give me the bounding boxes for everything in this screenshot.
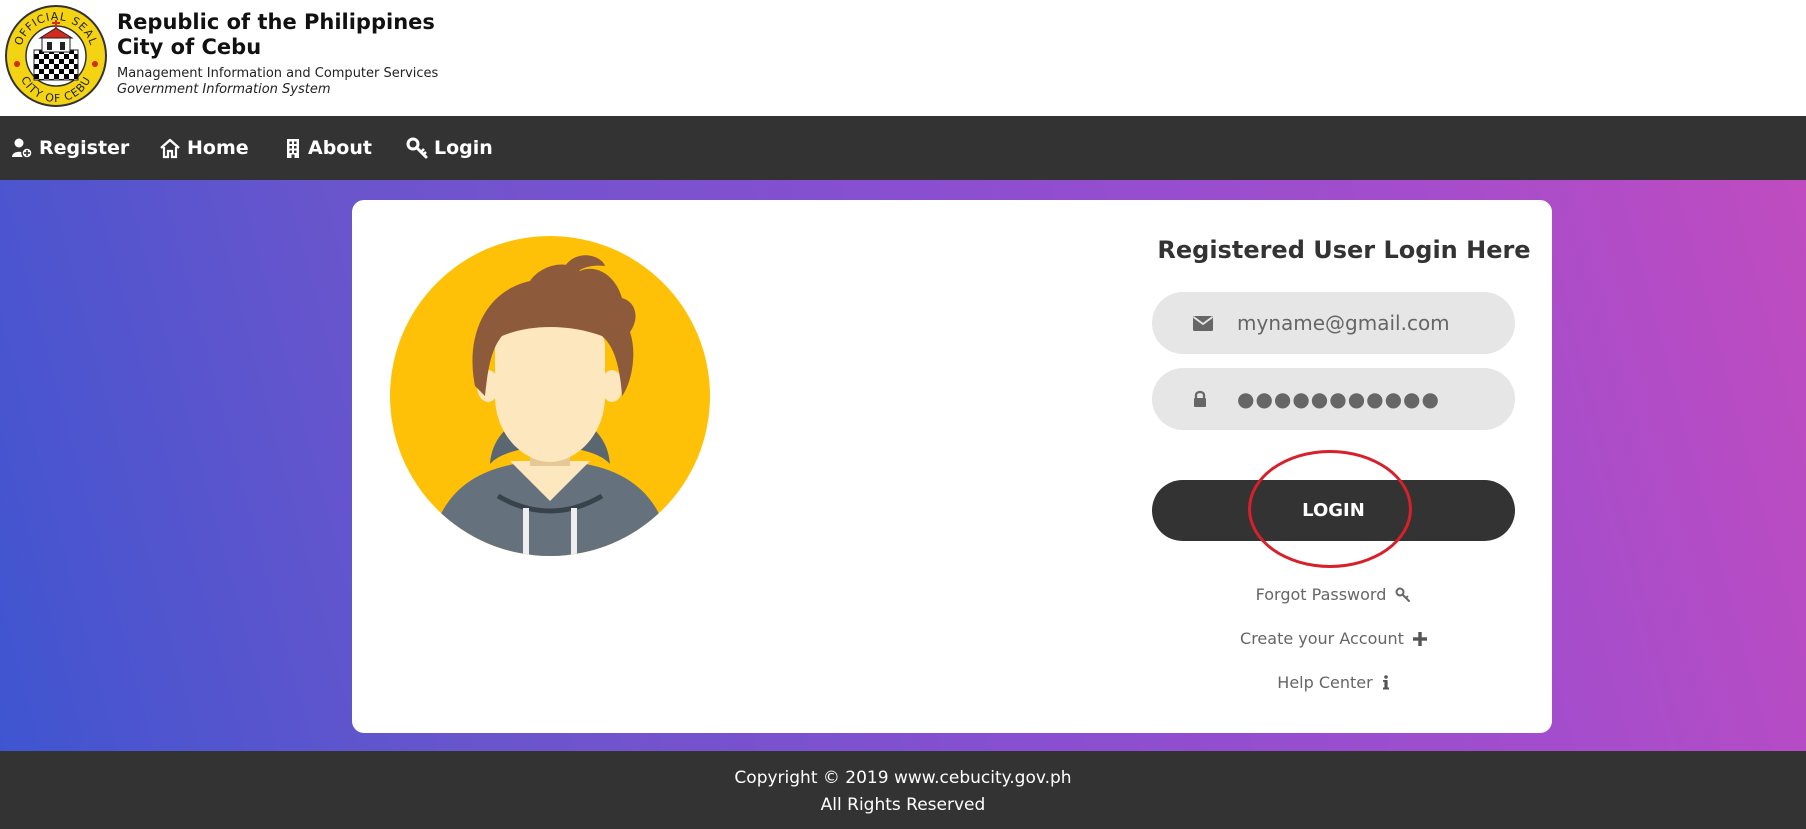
key-icon	[406, 137, 428, 159]
footer-rights: All Rights Reserved	[820, 795, 986, 815]
user-avatar-illustration	[390, 236, 710, 556]
header-subtitle-department: Management Information and Computer Serv…	[117, 66, 439, 81]
nav-about-label: About	[308, 137, 372, 159]
nav-register[interactable]: Register	[11, 116, 129, 180]
nav-home[interactable]: Home	[159, 116, 249, 180]
key-icon	[1395, 587, 1411, 602]
create-account-link[interactable]: Create your Account	[1152, 629, 1515, 648]
site-footer: Copyright © 2019 www.cebucity.gov.ph All…	[0, 751, 1806, 829]
home-icon	[160, 138, 180, 159]
nav-about[interactable]: About	[284, 116, 372, 180]
login-title: Registered User Login Here	[1157, 236, 1531, 264]
help-center-link[interactable]: Help Center	[1152, 673, 1515, 692]
lock-icon	[1194, 390, 1206, 407]
footer-copyright: Copyright © 2019 www.cebucity.gov.ph	[734, 768, 1072, 788]
header-title-city: City of Cebu	[117, 35, 262, 59]
help-center-label: Help Center	[1277, 673, 1373, 692]
building-icon	[287, 139, 299, 158]
login-button[interactable]: LOGIN	[1152, 480, 1515, 541]
header-subtitle-system: Government Information System	[117, 82, 331, 97]
user-plus-icon	[12, 138, 33, 159]
main-navbar: Register Home About Login	[0, 116, 1806, 180]
nav-register-label: Register	[39, 137, 130, 159]
email-field[interactable]	[1152, 292, 1515, 354]
plus-icon	[1412, 631, 1427, 646]
nav-login-label: Login	[434, 137, 493, 159]
password-input[interactable]: ●●●●●●●●●●●	[1237, 368, 1440, 430]
login-card: Registered User Login Here ●●●●●●●●●●● L…	[352, 200, 1552, 733]
info-icon	[1382, 675, 1389, 690]
email-input[interactable]	[1237, 292, 1497, 354]
nav-login[interactable]: Login	[406, 116, 493, 180]
create-account-label: Create your Account	[1240, 629, 1404, 648]
header-title-republic: Republic of the Philippines	[117, 10, 435, 34]
password-field[interactable]: ●●●●●●●●●●●	[1152, 368, 1515, 430]
forgot-password-label: Forgot Password	[1255, 585, 1387, 604]
envelope-icon	[1192, 316, 1214, 331]
forgot-password-link[interactable]: Forgot Password	[1152, 585, 1515, 604]
nav-home-label: Home	[187, 137, 249, 159]
login-section: Registered User Login Here ●●●●●●●●●●● L…	[0, 180, 1806, 751]
site-header: OFFICIAL SEAL CITY OF CEBU Republic of t…	[0, 0, 1806, 116]
city-seal-logo: OFFICIAL SEAL CITY OF CEBU	[5, 5, 107, 107]
